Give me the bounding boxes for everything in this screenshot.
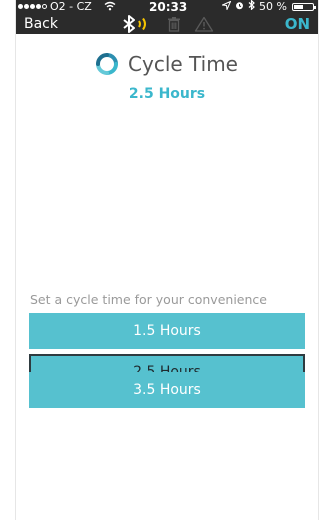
title-row: Cycle Time — [16, 50, 318, 78]
signal-strength-icon — [18, 4, 47, 9]
status-indicators: 50 % — [220, 0, 287, 14]
warning-icon[interactable] — [194, 16, 214, 32]
battery-icon — [292, 3, 316, 11]
trash-icon[interactable] — [166, 16, 182, 32]
back-button[interactable]: Back — [24, 14, 58, 34]
cycle-time-hint: Set a cycle time for your convenience — [30, 292, 267, 307]
status-bar: O2 - CZ 20:33 50 % — [16, 0, 318, 14]
nav-bar: Back ON — [16, 14, 318, 34]
status-clock: 20:33 — [149, 0, 188, 14]
power-status-toggle[interactable]: ON — [285, 14, 310, 34]
page-header: Cycle Time 2.5 Hours — [16, 50, 318, 102]
battery-level — [294, 5, 303, 9]
bluetooth-connected-icon[interactable] — [120, 15, 154, 33]
top-bar: O2 - CZ 20:33 50 % Back ON — [16, 0, 318, 34]
option-1-5-hours[interactable]: 1.5 Hours — [29, 313, 305, 349]
bluetooth-status-icon — [248, 0, 255, 14]
option-3-5-hours[interactable]: 3.5 Hours — [29, 372, 305, 408]
carrier-name: O2 - CZ — [50, 0, 92, 13]
cycle-icon — [96, 53, 119, 75]
battery-percent: 50 % — [259, 0, 287, 13]
alarm-icon — [235, 0, 244, 14]
app-screen: O2 - CZ 20:33 50 % Back ON Cycle Time 2.… — [16, 0, 318, 520]
location-arrow-icon — [220, 0, 232, 14]
current-cycle-time: 2.5 Hours — [128, 86, 206, 102]
page-title: Cycle Time — [128, 52, 238, 76]
